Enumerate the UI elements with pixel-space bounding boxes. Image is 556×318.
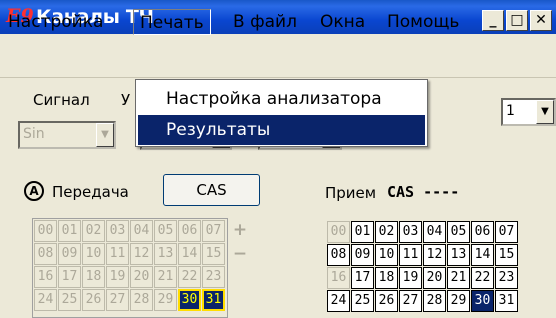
rx-timeslot-cell[interactable]: 25 — [351, 290, 374, 312]
menu-help[interactable]: Помощь — [381, 9, 465, 35]
menu-windows[interactable]: Окна — [314, 9, 371, 35]
tx-timeslot-cell[interactable]: 00 — [34, 220, 57, 242]
tx-timeslot-cell[interactable]: 05 — [154, 220, 177, 242]
rx-timeslot-cell[interactable]: 01 — [351, 221, 374, 243]
rx-timeslot-cell[interactable]: 02 — [375, 221, 398, 243]
chevron-down-icon[interactable]: ▼ — [96, 123, 114, 147]
transmit-status-icon: A — [24, 181, 44, 201]
rx-timeslot-cell[interactable]: 21 — [447, 267, 470, 289]
tx-timeslot-cell[interactable]: 20 — [130, 266, 153, 288]
rx-timeslot-cell[interactable]: 12 — [423, 244, 446, 266]
rx-timeslot-cell[interactable]: 20 — [423, 267, 446, 289]
tx-timeslot-cell[interactable]: 13 — [154, 243, 177, 265]
rx-timeslot-cell[interactable]: 10 — [375, 244, 398, 266]
rx-timeslot-cell[interactable]: 00 — [327, 221, 350, 243]
rx-timeslot-cell[interactable]: 27 — [399, 290, 422, 312]
rx-timeslot-cell[interactable]: 04 — [423, 221, 446, 243]
rx-timeslot-cell[interactable]: 06 — [471, 221, 494, 243]
rx-timeslot-cell[interactable]: 19 — [399, 267, 422, 289]
rx-timeslot-cell[interactable]: 22 — [471, 267, 494, 289]
rx-timeslot-cell[interactable]: 05 — [447, 221, 470, 243]
tx-timeslot-cell[interactable]: 08 — [34, 243, 57, 265]
tx-timeslot-cell[interactable]: 07 — [202, 220, 225, 242]
tx-timeslot-cell[interactable]: 27 — [106, 289, 129, 311]
menu-item-results[interactable]: Результаты — [138, 115, 425, 145]
rx-timeslot-cell[interactable]: 30 — [471, 290, 494, 312]
menu-settings[interactable]: Настройка — [2, 9, 109, 35]
rx-timeslot-cell[interactable]: 17 — [351, 267, 374, 289]
rx-timeslot-cell[interactable]: 23 — [495, 267, 518, 289]
rx-timeslot-cell[interactable]: 24 — [327, 290, 350, 312]
tx-timeslot-cell[interactable]: 04 — [130, 220, 153, 242]
tx-timeslot-cell[interactable]: 17 — [58, 266, 81, 288]
tx-timeslot-cell[interactable]: 09 — [58, 243, 81, 265]
print-dropdown-menu: Настройка анализатора Результаты — [135, 79, 428, 147]
tx-timeslot-cell[interactable]: 30 — [178, 289, 201, 311]
tx-timeslot-cell[interactable]: 28 — [130, 289, 153, 311]
rx-timeslot-cell[interactable]: 18 — [375, 267, 398, 289]
close-button[interactable]: ✕ — [530, 10, 552, 31]
rx-timeslot-cell[interactable]: 08 — [327, 244, 350, 266]
tx-timeslot-cell[interactable]: 22 — [178, 266, 201, 288]
tx-timeslot-cell[interactable]: 15 — [202, 243, 225, 265]
rx-timeslot-cell[interactable]: 29 — [447, 290, 470, 312]
rx-timeslot-cell[interactable]: 14 — [471, 244, 494, 266]
receive-timeslot-grid: 00 01 02 03 04 05 06 07 08 09 10 11 12 13 14 15 16 17 18 19… — [326, 220, 524, 318]
level-label: У — [121, 91, 131, 109]
transmit-timeslot-grid: 00 01 02 03 04 05 06 07 08 09 10 11 12 13 14 15 16 17 18 19… — [32, 218, 228, 318]
rx-timeslot-cell[interactable]: 16 — [327, 267, 350, 289]
tx-timeslot-cell[interactable]: 19 — [106, 266, 129, 288]
rx-timeslot-cell[interactable]: 03 — [399, 221, 422, 243]
rx-timeslot-cell[interactable]: 11 — [399, 244, 422, 266]
menu-item-analyzer-settings[interactable]: Настройка анализатора — [138, 84, 425, 114]
tx-timeslot-cell[interactable]: 23 — [202, 266, 225, 288]
rx-timeslot-cell[interactable]: 09 — [351, 244, 374, 266]
signal-label: Сигнал — [33, 91, 90, 109]
tx-timeslot-cell[interactable]: 24 — [34, 289, 57, 311]
receive-cas-title: CAS ---- — [387, 183, 460, 201]
tx-timeslot-cell[interactable]: 26 — [82, 289, 105, 311]
rx-timeslot-cell[interactable]: 26 — [375, 290, 398, 312]
signal-type-value: Sin — [23, 126, 45, 142]
menu-bar — [0, 34, 556, 78]
menu-print[interactable]: Печать — [133, 9, 211, 35]
minimize-button[interactable]: _ — [482, 10, 504, 31]
rx-timeslot-cell[interactable]: 28 — [423, 290, 446, 312]
tx-timeslot-cell[interactable]: 21 — [154, 266, 177, 288]
tx-timeslot-cell[interactable]: 18 — [82, 266, 105, 288]
tx-timeslot-cell[interactable]: 29 — [154, 289, 177, 311]
tx-timeslot-cell[interactable]: 11 — [106, 243, 129, 265]
tx-timeslot-cell[interactable]: 02 — [82, 220, 105, 242]
rx-timeslot-cell[interactable]: 13 — [447, 244, 470, 266]
maximize-button[interactable]: □ — [506, 10, 528, 31]
add-button[interactable]: + — [229, 220, 251, 241]
menu-to-file[interactable]: В файл — [227, 9, 303, 35]
signal-type-combo[interactable]: Sin ▼ — [18, 121, 116, 149]
tx-timeslot-cell[interactable]: 10 — [82, 243, 105, 265]
tx-timeslot-cell[interactable]: 14 — [178, 243, 201, 265]
tx-timeslot-cell[interactable]: 31 — [202, 289, 225, 311]
tx-timeslot-cell[interactable]: 25 — [58, 289, 81, 311]
tx-timeslot-cell[interactable]: 12 — [130, 243, 153, 265]
channel-select[interactable]: 1 ▼ — [501, 98, 556, 126]
channel-select-value: 1 — [506, 103, 515, 119]
tx-timeslot-cell[interactable]: 01 — [58, 220, 81, 242]
chevron-down-icon[interactable]: ▼ — [536, 100, 554, 124]
receive-label: Прием — [325, 184, 377, 202]
transmit-label: Передача — [52, 183, 129, 201]
rx-timeslot-cell[interactable]: 15 — [495, 244, 518, 266]
rx-timeslot-cell[interactable]: 31 — [495, 290, 518, 312]
tx-timeslot-cell[interactable]: 03 — [106, 220, 129, 242]
rx-timeslot-cell[interactable]: 07 — [495, 221, 518, 243]
tx-timeslot-cell[interactable]: 06 — [178, 220, 201, 242]
cas-button[interactable]: CAS — [163, 174, 260, 206]
remove-button[interactable]: − — [229, 244, 251, 265]
tx-timeslot-cell[interactable]: 16 — [34, 266, 57, 288]
